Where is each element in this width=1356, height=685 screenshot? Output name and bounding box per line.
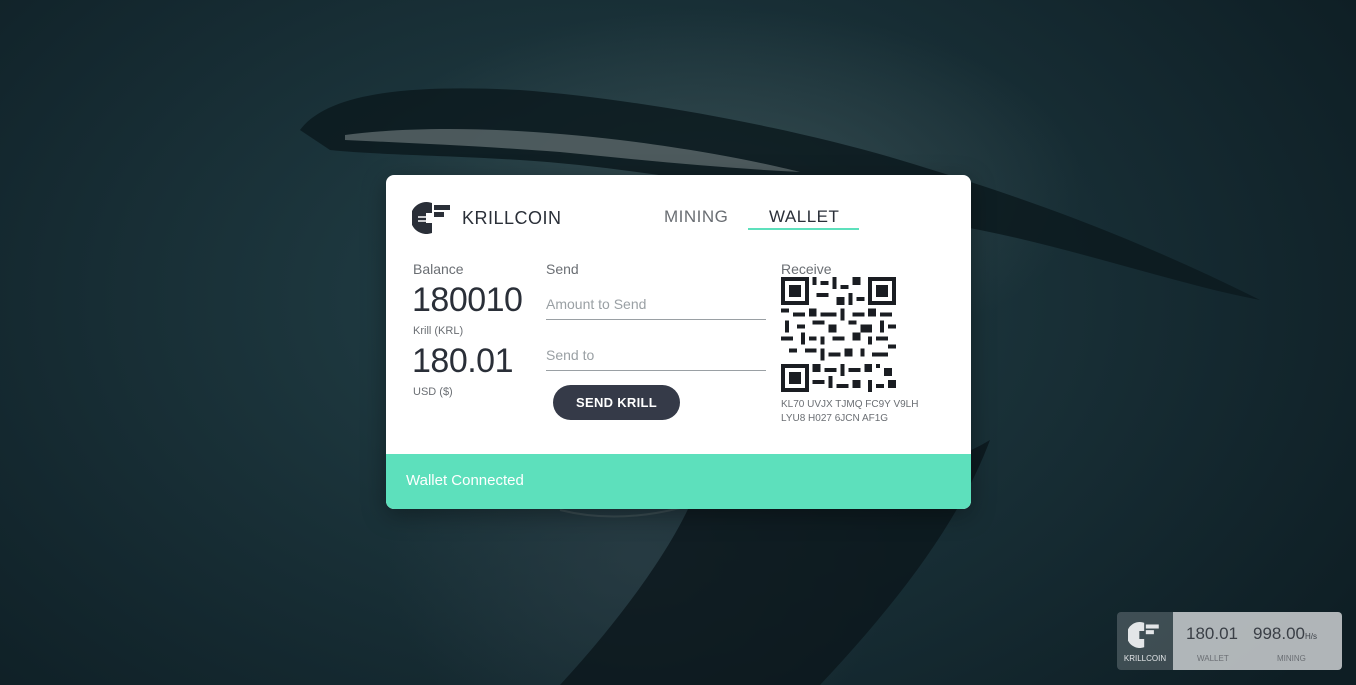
tab-wallet[interactable]: WALLET — [769, 207, 839, 227]
send-krill-button[interactable]: SEND KRILL — [553, 385, 680, 420]
krillcoin-logo-icon — [412, 202, 450, 234]
widget-wallet-value: 180.01 — [1186, 624, 1238, 643]
widget-logo-box: KRILLCOIN — [1117, 612, 1173, 670]
send-to-input[interactable] — [546, 340, 766, 371]
widget-mining-value: 998.00 — [1253, 624, 1305, 643]
mini-status-widget[interactable]: KRILLCOIN 180.01 WALLET 998.00H/s MINING — [1117, 612, 1342, 670]
status-bar: Wallet Connected — [386, 454, 971, 509]
receive-heading: Receive — [781, 261, 832, 277]
krillcoin-widget-logo-icon — [1128, 622, 1159, 648]
widget-wallet-label: WALLET — [1197, 654, 1229, 663]
send-heading: Send — [546, 261, 579, 277]
brand-name: KRILLCOIN — [462, 208, 562, 228]
krill-unit-label: Krill (KRL) — [413, 325, 464, 337]
receive-qr-code — [781, 277, 896, 392]
widget-brand: KRILLCOIN — [1123, 654, 1167, 663]
balance-heading: Balance — [413, 261, 464, 277]
widget-mining-unit: H/s — [1305, 632, 1317, 641]
usd-unit-label: USD ($) — [413, 386, 453, 398]
krill-balance: 180010 — [412, 281, 523, 319]
tab-mining[interactable]: MINING — [664, 207, 728, 227]
status-text: Wallet Connected — [406, 472, 524, 489]
receive-address-line-2: LYU8 H027 6JCN AF1G — [781, 413, 889, 424]
amount-input[interactable] — [546, 289, 766, 320]
receive-address: KL70 UVJX TJMQ FC9Y V9LH LYU8 H027 6JCN … — [781, 398, 941, 426]
receive-address-line-1: KL70 UVJX TJMQ FC9Y V9LH — [781, 399, 919, 410]
active-tab-indicator — [748, 228, 859, 230]
widget-stats: 180.01 WALLET 998.00H/s MINING — [1173, 612, 1342, 670]
widget-mining-label: MINING — [1277, 654, 1306, 663]
wallet-card: KRILLCOIN MINING WALLET Balance 180010 K… — [386, 175, 971, 509]
widget-mining-value-wrap: 998.00H/s — [1253, 624, 1317, 644]
usd-balance: 180.01 — [412, 342, 514, 380]
